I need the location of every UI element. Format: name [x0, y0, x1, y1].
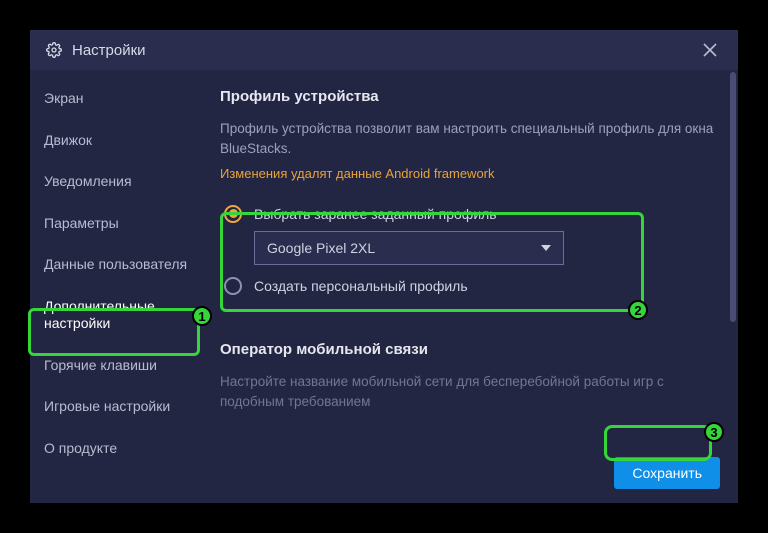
section-title-carrier: Оператор мобильной связи: [220, 341, 720, 358]
window-title: Настройки: [72, 42, 146, 59]
section-desc-profile: Профиль устройства позволит вам настроит…: [220, 119, 720, 160]
sidebar-item-notifications[interactable]: Уведомления: [30, 161, 202, 203]
sidebar-item-label: Горячие клавиши: [44, 357, 157, 373]
sidebar-item-screen[interactable]: Экран: [30, 78, 202, 120]
content-panel: Профиль устройства Профиль устройства по…: [202, 70, 738, 503]
sidebar-item-parameters[interactable]: Параметры: [30, 203, 202, 245]
gear-icon: [46, 42, 62, 58]
sidebar-item-label: Игровые настройки: [44, 398, 170, 414]
sidebar-item-label: Уведомления: [44, 173, 132, 189]
option-preset-row[interactable]: Выбрать заранее заданный профиль: [224, 205, 716, 223]
vertical-scrollbar[interactable]: [730, 72, 736, 322]
section-desc-carrier: Настройте название мобильной сети для бе…: [220, 372, 720, 413]
option-custom-row[interactable]: Создать персональный профиль: [224, 277, 716, 295]
sidebar-item-engine[interactable]: Движок: [30, 120, 202, 162]
option-preset-label: Выбрать заранее заданный профиль: [254, 206, 497, 222]
warning-text: Изменения удалят данные Android framewor…: [220, 166, 720, 181]
save-button[interactable]: Сохранить: [614, 457, 720, 489]
sidebar-item-label: Параметры: [44, 215, 119, 231]
sidebar-item-userdata[interactable]: Данные пользователя: [30, 244, 202, 286]
close-button[interactable]: [698, 38, 722, 62]
sidebar-item-gamesettings[interactable]: Игровые настройки: [30, 386, 202, 428]
sidebar-item-label: Движок: [44, 132, 92, 148]
select-value: Google Pixel 2XL: [267, 240, 375, 256]
sidebar-item-label: Данные пользователя: [44, 256, 187, 272]
option-custom-label: Создать персональный профиль: [254, 278, 468, 294]
radio-preset[interactable]: [224, 205, 242, 223]
sidebar-item-hotkeys[interactable]: Горячие клавиши: [30, 345, 202, 387]
sidebar-item-label: Экран: [44, 90, 84, 106]
profile-option-group: Выбрать заранее заданный профиль Google …: [220, 191, 720, 313]
settings-window: Настройки Экран Движок Уведомления Парам…: [30, 30, 738, 503]
sidebar: Экран Движок Уведомления Параметры Данны…: [30, 70, 202, 503]
radio-custom[interactable]: [224, 277, 242, 295]
device-profile-select[interactable]: Google Pixel 2XL: [254, 231, 564, 265]
title-bar: Настройки: [30, 30, 738, 70]
sidebar-item-advanced[interactable]: Дополнительные настройки: [30, 286, 202, 345]
sidebar-item-about[interactable]: О продукте: [30, 428, 202, 470]
section-title-profile: Профиль устройства: [220, 88, 720, 105]
sidebar-item-label: О продукте: [44, 440, 117, 456]
chevron-down-icon: [541, 245, 551, 251]
sidebar-item-label: Дополнительные настройки: [44, 298, 155, 332]
